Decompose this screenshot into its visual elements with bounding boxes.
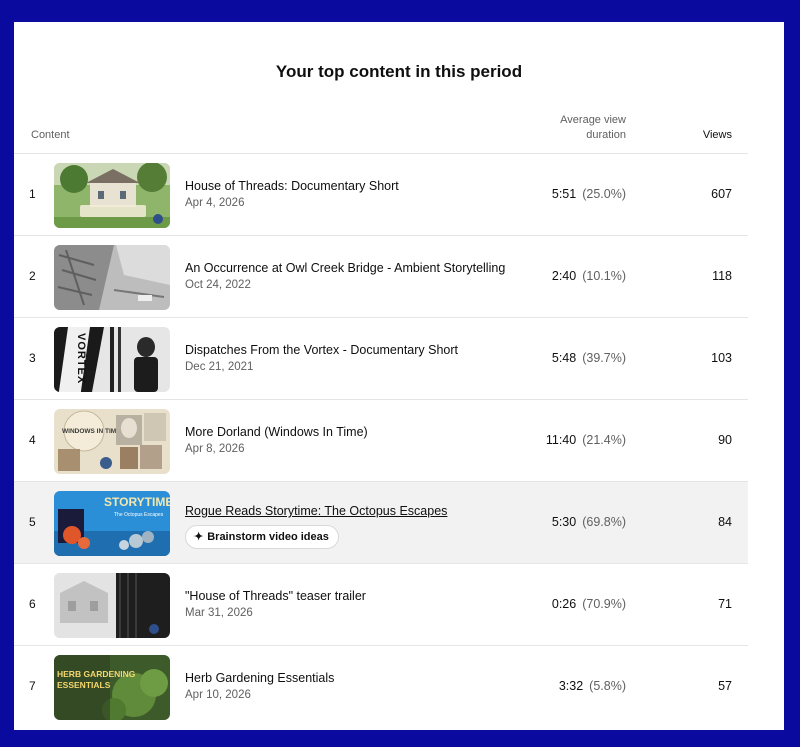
publish-date: Dec 21, 2021 <box>185 361 254 373</box>
views-count: 118 <box>712 269 732 283</box>
brainstorm-video-ideas-button[interactable]: ✦ Brainstorm video ideas <box>185 525 339 549</box>
duration-value: 0:26 <box>551 597 577 611</box>
top-content-card: Your top content in this period Content … <box>14 22 784 730</box>
content-row[interactable]: 1 House of Threads: Documentary Short Ap… <box>14 153 748 235</box>
column-header-content: Content <box>31 129 70 141</box>
thumbnail-text-line2: ESSENTIALS <box>57 680 111 690</box>
content-row[interactable]: 3 VORTEX Dispatches From the Vortex - Do… <box>14 317 748 399</box>
content-row[interactable]: 4 WINDOWS IN TIME More Dorland (Windows … <box>14 399 748 481</box>
video-thumbnail[interactable] <box>54 163 170 228</box>
average-view-duration: 5:51 (25.0%) <box>534 187 626 201</box>
thumbnail-text-line1: HERB GARDENING <box>57 669 136 679</box>
video-thumbnail[interactable]: VORTEX <box>54 327 170 392</box>
column-header-duration-line2: duration <box>586 129 626 141</box>
video-thumbnail[interactable] <box>54 573 170 638</box>
average-view-duration: 0:26 (70.9%) <box>534 597 626 611</box>
video-thumbnail[interactable] <box>54 245 170 310</box>
average-view-duration: 3:32 (5.8%) <box>534 679 626 693</box>
video-title[interactable]: More Dorland (Windows In Time) <box>185 425 368 439</box>
thumbnail-title: STORYTIME! <box>104 495 170 509</box>
rank-number: 6 <box>29 597 36 611</box>
duration-value: 11:40 <box>545 433 577 447</box>
average-view-duration: 11:40 (21.4%) <box>534 433 626 447</box>
duration-percent: (25.0%) <box>582 187 626 201</box>
video-title[interactable]: House of Threads: Documentary Short <box>185 179 399 193</box>
publish-date: Oct 24, 2022 <box>185 279 251 291</box>
column-header-duration-line1: Average view <box>560 114 626 126</box>
content-row[interactable]: 6 "House of Threads" teaser trailer Mar … <box>14 563 748 645</box>
publish-date: Apr 8, 2026 <box>185 443 245 455</box>
duration-percent: (5.8%) <box>589 679 626 693</box>
card-title: Your top content in this period <box>275 62 523 81</box>
video-title[interactable]: "House of Threads" teaser trailer <box>185 589 366 603</box>
duration-percent: (70.9%) <box>582 597 626 611</box>
video-title[interactable]: Herb Gardening Essentials <box>185 671 334 685</box>
duration-value: 3:32 <box>558 679 584 693</box>
views-count: 90 <box>718 433 732 447</box>
rank-number: 2 <box>29 269 36 283</box>
rank-number: 4 <box>29 433 36 447</box>
duration-percent: (39.7%) <box>582 351 626 365</box>
duration-percent: (69.8%) <box>582 515 626 529</box>
column-header-duration: Average view duration <box>534 113 626 143</box>
thumbnail-subtitle: The Octopus Escapes <box>114 512 164 518</box>
rank-number: 7 <box>29 679 36 693</box>
content-row[interactable]: 2 An Occurrence at Owl Creek Bridge - Am… <box>14 235 748 317</box>
views-count: 84 <box>718 515 732 529</box>
video-title[interactable]: An Occurrence at Owl Creek Bridge - Ambi… <box>185 261 505 275</box>
duration-percent: (10.1%) <box>582 269 626 283</box>
video-title[interactable]: Dispatches From the Vortex - Documentary… <box>185 343 458 357</box>
duration-value: 5:30 <box>551 515 577 529</box>
duration-value: 5:48 <box>551 351 577 365</box>
views-count: 71 <box>718 597 732 611</box>
thumbnail-text: VORTEX <box>75 333 87 384</box>
publish-date: Apr 4, 2026 <box>185 197 245 209</box>
chip-label: Brainstorm video ideas <box>207 531 329 543</box>
average-view-duration: 2:40 (10.1%) <box>534 269 626 283</box>
rank-number: 5 <box>29 515 36 529</box>
rank-number: 3 <box>29 351 36 365</box>
views-count: 57 <box>718 679 732 693</box>
column-header-views: Views <box>702 129 732 141</box>
views-count: 607 <box>711 187 732 201</box>
publish-date: Mar 31, 2026 <box>185 607 253 619</box>
duration-value: 5:51 <box>551 187 577 201</box>
video-thumbnail[interactable]: WINDOWS IN TIME <box>54 409 170 474</box>
content-list: 1 House of Threads: Documentary Short Ap… <box>14 153 748 727</box>
sparkle-icon: ✦ <box>194 531 204 543</box>
content-row[interactable]: 7 HERB GARDENING ESSENTIALS Herb Gardeni… <box>14 645 748 727</box>
video-title[interactable]: Rogue Reads Storytime: The Octopus Escap… <box>185 504 447 518</box>
thumbnail-text: WINDOWS IN TIME <box>62 428 121 435</box>
video-thumbnail[interactable]: HERB GARDENING ESSENTIALS <box>54 655 170 720</box>
publish-date: Apr 10, 2026 <box>185 689 251 701</box>
rank-number: 1 <box>29 187 36 201</box>
views-count: 103 <box>711 351 732 365</box>
average-view-duration: 5:48 (39.7%) <box>534 351 626 365</box>
duration-percent: (21.4%) <box>582 433 626 447</box>
duration-value: 2:40 <box>551 269 577 283</box>
content-row[interactable]: 5 STORYTIME! The Octopus Escapes Rogue R… <box>14 481 748 563</box>
video-thumbnail[interactable]: STORYTIME! The Octopus Escapes <box>54 491 170 556</box>
average-view-duration: 5:30 (69.8%) <box>534 515 626 529</box>
